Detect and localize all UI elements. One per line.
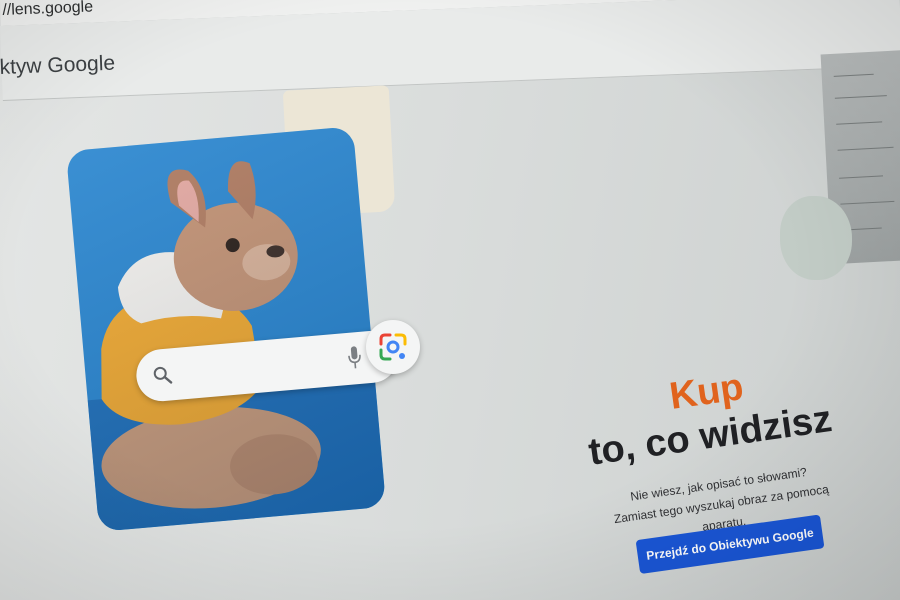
google-lens-icon [379,333,407,361]
notes-line [837,146,894,151]
notes-line [833,73,874,77]
hero-photo [65,126,387,532]
url-text: //lens.google [2,0,94,19]
mic-icon[interactable] [346,344,362,371]
camera-search-button[interactable] [366,320,420,374]
search-icon[interactable] [152,364,174,386]
notes-line [834,95,887,99]
brand-title: ktyw Google [0,51,116,80]
decorative-blob [780,196,852,280]
notes-line [836,121,883,125]
notes-line [839,175,884,179]
photo-shade [65,126,387,532]
notes-line [840,200,895,205]
